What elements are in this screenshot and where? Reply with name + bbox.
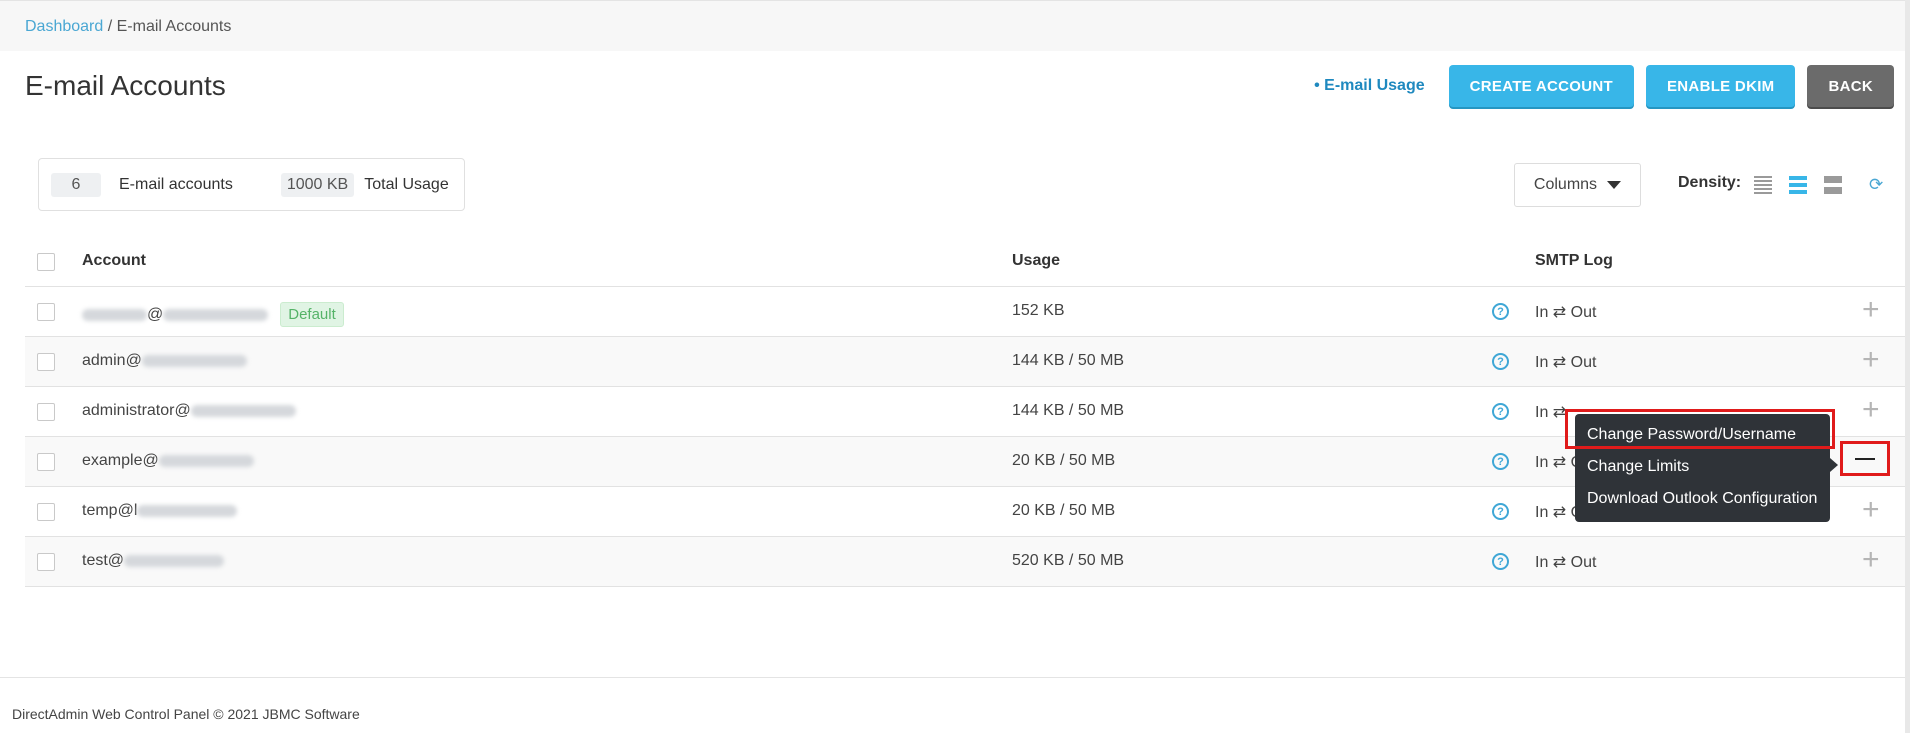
help-icon[interactable]: ?	[1492, 553, 1509, 570]
page-title: E-mail Accounts	[25, 70, 226, 101]
redacted-domain	[137, 504, 238, 517]
expand-plus-icon[interactable]: +	[1862, 495, 1880, 525]
columns-label: Columns	[1533, 176, 1598, 193]
usage-cell: 520 KB / 50 MB	[1012, 552, 1125, 569]
row-checkbox[interactable]	[37, 403, 55, 421]
density-label: Density:	[1678, 174, 1742, 191]
usage-cell: 152 KB	[1012, 302, 1065, 319]
smtp-log-link[interactable]: In ⇄ Out	[1535, 302, 1596, 322]
redacted-domain	[141, 354, 247, 367]
usage-summary: 6 E-mail accounts 1000 KB Total Usage	[38, 158, 465, 211]
row-checkbox[interactable]	[37, 303, 55, 321]
total-usage-value: 1000 KB	[280, 172, 355, 197]
account-cell[interactable]: test@	[82, 552, 225, 570]
create-account-button[interactable]: CREATE ACCOUNT	[1448, 65, 1634, 107]
breadcrumb: Dashboard / E-mail Accounts	[0, 1, 1905, 51]
smtp-column-header[interactable]: SMTP Log	[1535, 252, 1613, 270]
account-cell[interactable]: temp@l	[82, 502, 238, 520]
expand-plus-icon[interactable]: +	[1862, 395, 1880, 425]
caret-down-icon	[1607, 181, 1622, 189]
redacted-domain	[190, 404, 296, 417]
account-cell[interactable]: @ Default	[82, 302, 344, 327]
select-all-checkbox[interactable]	[37, 253, 55, 271]
row-checkbox[interactable]	[37, 353, 55, 371]
redacted-domain	[124, 554, 225, 567]
row-context-menu: Change Password/Username Change Limits D…	[1575, 414, 1838, 522]
columns-dropdown[interactable]: Columns	[1514, 163, 1641, 207]
account-count: 6	[51, 172, 101, 197]
smtp-log-link[interactable]: In ⇄ Out	[1535, 352, 1596, 372]
account-cell[interactable]: administrator@	[82, 402, 296, 420]
usage-cell: 20 KB / 50 MB	[1012, 502, 1116, 519]
footer-divider	[0, 677, 1905, 678]
collapse-minus-icon[interactable]	[1840, 441, 1890, 476]
usage-cell: 144 KB / 50 MB	[1012, 352, 1125, 369]
expand-plus-icon[interactable]: +	[1862, 295, 1880, 325]
table-row: @ Default 152 KB ? In ⇄ Out +	[25, 287, 1905, 337]
email-usage-link[interactable]: • E-mail Usage	[1314, 77, 1425, 95]
change-password-menu-item[interactable]: Change Password/Username	[1575, 420, 1830, 452]
usage-column-header[interactable]: Usage	[1012, 252, 1060, 270]
row-checkbox[interactable]	[37, 453, 55, 471]
default-badge: Default	[280, 302, 344, 327]
row-checkbox[interactable]	[37, 553, 55, 571]
change-limits-menu-item[interactable]: Change Limits	[1575, 452, 1830, 484]
smtp-log-link[interactable]: In ⇄ Out	[1535, 552, 1596, 572]
smtp-log-link[interactable]: In ⇄	[1535, 402, 1566, 422]
download-outlook-config-menu-item[interactable]: Download Outlook Configuration	[1575, 484, 1830, 516]
row-checkbox[interactable]	[37, 503, 55, 521]
refresh-icon[interactable]: ⟳	[1869, 175, 1883, 195]
redacted-domain	[163, 308, 269, 321]
redacted-domain	[158, 454, 254, 467]
help-icon[interactable]: ?	[1492, 403, 1509, 420]
usage-cell: 20 KB / 50 MB	[1012, 452, 1116, 469]
scrollbar[interactable]	[1905, 0, 1910, 733]
header-actions: • E-mail Usage CREATE ACCOUNT ENABLE DKI…	[1314, 65, 1894, 107]
help-icon[interactable]: ?	[1492, 503, 1509, 520]
account-cell[interactable]: admin@	[82, 352, 247, 370]
account-count-label: E-mail accounts	[119, 175, 233, 193]
density-comfortable-icon[interactable]	[1824, 176, 1842, 194]
table-row: admin@ 144 KB / 50 MB ? In ⇄ Out +	[25, 337, 1905, 387]
table-row: test@ 520 KB / 50 MB ? In ⇄ Out +	[25, 537, 1905, 587]
breadcrumb-current: E-mail Accounts	[116, 18, 232, 35]
help-icon[interactable]: ?	[1492, 353, 1509, 370]
table-header: Account Usage SMTP Log	[25, 240, 1905, 287]
redacted-user	[82, 308, 147, 321]
usage-cell: 144 KB / 50 MB	[1012, 402, 1125, 419]
expand-plus-icon[interactable]: +	[1862, 345, 1880, 375]
breadcrumb-dashboard-link[interactable]: Dashboard	[25, 18, 103, 35]
density-compact-icon[interactable]	[1754, 176, 1772, 194]
help-icon[interactable]: ?	[1492, 303, 1509, 320]
enable-dkim-button[interactable]: ENABLE DKIM	[1646, 65, 1796, 107]
back-button[interactable]: BACK	[1807, 65, 1894, 107]
account-column-header[interactable]: Account	[82, 252, 146, 270]
density-normal-icon[interactable]	[1789, 176, 1807, 194]
total-usage-label: Total Usage	[364, 175, 449, 193]
footer-text: DirectAdmin Web Control Panel © 2021 JBM…	[12, 706, 360, 722]
expand-plus-icon[interactable]: +	[1862, 545, 1880, 575]
breadcrumb-separator: /	[103, 18, 117, 35]
help-icon[interactable]: ?	[1492, 453, 1509, 470]
account-cell[interactable]: example@	[82, 452, 254, 470]
